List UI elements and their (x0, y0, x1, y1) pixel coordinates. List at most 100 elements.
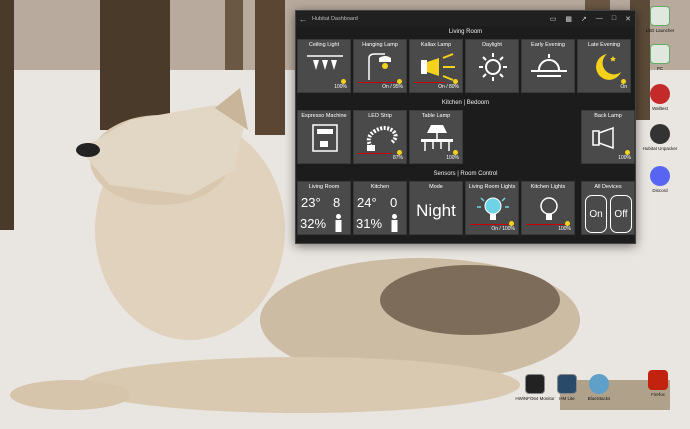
tile-status: 100% (558, 226, 571, 232)
mode-value: Night (416, 201, 456, 220)
spotlight-icon (592, 126, 614, 150)
tile-label: Espresso Machine (301, 113, 347, 119)
espresso-machine-icon (312, 124, 338, 152)
moon-icon (596, 54, 621, 80)
hwinfo-icon[interactable] (525, 374, 545, 394)
desktop-icon-label: Discord (652, 188, 668, 193)
tile-label: Back Lamp (594, 113, 622, 119)
level-bar (358, 82, 396, 83)
level-bar (526, 224, 564, 225)
section-sensors: Sensors | Room Control (433, 171, 498, 177)
tile-label: Early Evening (531, 42, 565, 48)
humidity-value: 32% (300, 216, 327, 231)
level-bar (470, 224, 508, 225)
row-sensors: Living Room 23° 8 32% Kitchen 24° 0 31% … (296, 181, 635, 239)
bluestacks-icon[interactable] (589, 374, 609, 394)
tile-living-room-sensor[interactable]: Living Room 23° 8 32% (297, 181, 351, 235)
window-title: Hubitat Dashboard (312, 15, 358, 22)
tile-status: On / 100% (491, 226, 515, 232)
tile-status: On (620, 84, 627, 90)
tile-early-evening[interactable]: Early Evening (521, 39, 575, 93)
desktop-icon-label: BlueStacks (587, 396, 611, 401)
tile-ceiling-light[interactable]: Ceiling Light 100% (297, 39, 351, 93)
all-off-button[interactable]: Off (610, 195, 632, 233)
tile-kitchen-sensor[interactable]: Kitchen 24° 0 31% (353, 181, 407, 235)
cast-icon[interactable]: ▭ (550, 15, 557, 23)
desktop-icon-label: Hubitat Unpacker (642, 146, 678, 151)
lsd-launcher-icon[interactable] (650, 6, 670, 26)
tile-label: Living Room Lights (468, 184, 516, 190)
tile-label: Mode (429, 184, 443, 190)
tile-label: Hanging Lamp (362, 42, 398, 48)
occupancy-value: 8 (333, 195, 341, 210)
section-living-room: Living Room (448, 29, 483, 35)
temperature-value: 23° (301, 195, 321, 210)
tile-mode[interactable]: Mode Night (409, 181, 463, 235)
section-kitchen-bedroom: Kitchen | Bedoom (441, 100, 490, 106)
tile-status: 87% (392, 155, 403, 161)
tile-living-room-lights[interactable]: Living Room Lights On / 100% (465, 181, 519, 235)
tile-all-devices: All Devices On Off (581, 181, 635, 235)
hanging-lamp-icon (368, 53, 391, 80)
dashboard-window: ← Hubitat Dashboard ▭ ▩ ↗ — □ ✕ Living R… (295, 10, 636, 244)
desktop-icon-label: LSD Launcher (645, 28, 675, 33)
tile-label: Kitchen (370, 184, 390, 190)
ceiling-light-icon (307, 55, 343, 70)
sunset-icon (531, 54, 567, 77)
row-kitchen-bedroom: Espresso Machine LED Strip 87% Table Lam… (296, 110, 635, 168)
tile-status: 100% (618, 155, 631, 161)
row-living-room: Ceiling Light 100% Hanging Lamp On / 95%… (296, 39, 635, 97)
tile-back-lamp[interactable]: Back Lamp 100% (581, 110, 635, 164)
desktop-icon-label: PC (656, 66, 664, 71)
hm-lite-icon[interactable] (557, 374, 577, 394)
restore-icon[interactable]: □ (612, 15, 616, 22)
discord-icon[interactable] (650, 166, 670, 186)
person-icon (335, 214, 342, 232)
humidity-value: 31% (356, 216, 383, 231)
pc-icon[interactable] (650, 44, 670, 64)
temperature-value: 24° (357, 195, 377, 210)
tile-label: Kallax Lamp (420, 42, 452, 48)
tile-espresso-machine[interactable]: Espresso Machine (297, 110, 351, 164)
tile-kallax-lamp[interactable]: Kallax Lamp On / 80% (409, 39, 463, 93)
tile-status: 100% (334, 84, 347, 90)
tile-label: Kitchen Lights (530, 184, 566, 190)
arrow-left-icon[interactable]: ← (296, 14, 310, 24)
tile-daylight[interactable]: Daylight (465, 39, 519, 93)
bulb-icon (477, 197, 509, 220)
level-bar (414, 82, 446, 83)
minimize-icon[interactable]: — (596, 15, 603, 22)
all-on-button[interactable]: On (585, 195, 607, 233)
spotlight-icon (421, 53, 455, 81)
camera-icon[interactable]: ▩ (565, 15, 572, 23)
occupancy-value: 0 (390, 195, 398, 210)
tile-late-evening[interactable]: Late Evening On (577, 39, 631, 93)
tile-label: LED Strip (368, 113, 392, 119)
close-icon[interactable]: ✕ (625, 15, 631, 23)
desktop-icon-label: Walltest (652, 106, 668, 111)
tile-led-strip[interactable]: LED Strip 87% (353, 110, 407, 164)
tile-label: Daylight (482, 42, 502, 48)
person-icon (391, 214, 398, 232)
tile-table-lamp[interactable]: Table Lamp 100% (409, 110, 463, 164)
tile-label: All Devices (594, 184, 622, 190)
tile-label: Table Lamp (421, 113, 451, 119)
hubitat-unpacker-icon[interactable] (650, 124, 670, 144)
desktop-icon-label: Firefox (651, 392, 665, 397)
title-bar: ← Hubitat Dashboard ▭ ▩ ↗ — □ ✕ (296, 11, 635, 26)
window-controls: ▭ ▩ ↗ — □ ✕ (550, 11, 631, 26)
tile-label: Ceiling Light (308, 42, 340, 48)
tile-status: On / 80% (438, 84, 459, 90)
bulb-icon (540, 197, 558, 220)
tile-label: Late Evening (587, 42, 621, 48)
wallpaper-icon[interactable] (650, 84, 670, 104)
tile-hanging-lamp[interactable]: Hanging Lamp On / 95% (353, 39, 407, 93)
level-bar (358, 153, 392, 154)
table-lamp-icon (421, 125, 453, 151)
fire-app-icon[interactable] (648, 370, 668, 390)
maximize-icon[interactable]: ↗ (581, 15, 587, 23)
led-strip-icon (366, 126, 398, 151)
tile-kitchen-lights[interactable]: Kitchen Lights 100% (521, 181, 575, 235)
tile-status: On / 95% (382, 84, 403, 90)
sun-icon (479, 53, 507, 81)
